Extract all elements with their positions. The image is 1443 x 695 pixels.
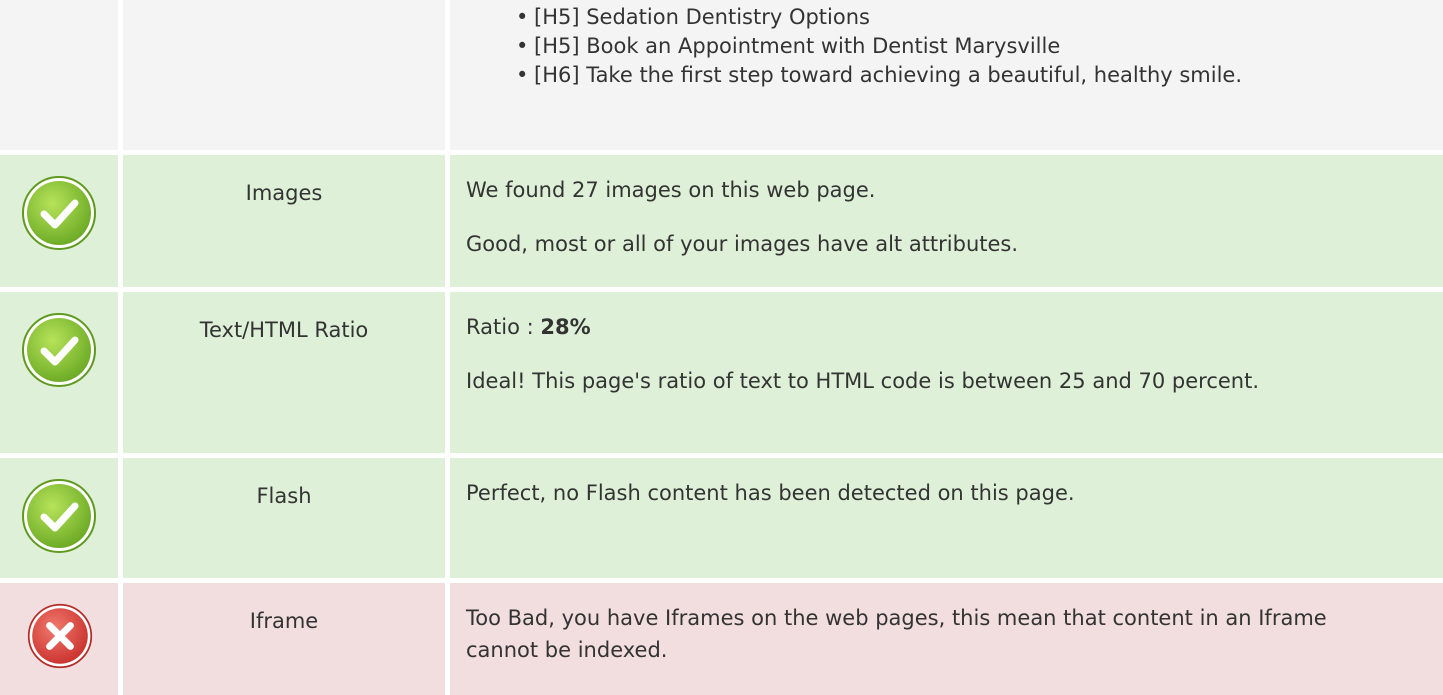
check-row-flash: Flash Perfect, no Flash content has been… bbox=[0, 458, 1443, 578]
check-desc-cell: Too Bad, you have Iframes on the web pag… bbox=[450, 583, 1443, 695]
check-name: Images bbox=[245, 181, 323, 205]
ratio-label: Ratio : bbox=[466, 315, 541, 339]
list-item: • [H5] Book an Appointment with Dentist M… bbox=[516, 34, 1061, 58]
list-item: • [H6] Take the first step toward achievi… bbox=[516, 63, 1243, 87]
check-name-cell: Images bbox=[123, 155, 445, 287]
check-summary: We found 27 images on this web page. bbox=[466, 178, 876, 202]
check-name-cell: Iframe bbox=[123, 583, 445, 695]
check-desc-cell: We found 27 images on this web page. Goo… bbox=[450, 155, 1443, 287]
check-name-cell: Flash bbox=[123, 458, 445, 578]
seo-report: • [H5] Sedation Dentistry Options • [H5] B… bbox=[0, 0, 1443, 695]
check-row-iframe: Iframe Too Bad, you have Iframes on the … bbox=[0, 583, 1443, 695]
check-circle-icon bbox=[22, 479, 96, 553]
check-desc-cell: Perfect, no Flash content has been detec… bbox=[450, 458, 1443, 578]
headings-row: • [H5] Sedation Dentistry Options • [H5] B… bbox=[0, 0, 1443, 150]
check-summary: Too Bad, you have Iframes on the web pag… bbox=[466, 606, 1327, 662]
check-circle-icon bbox=[22, 313, 96, 387]
check-desc-cell: Ratio : 28% Ideal! This page's ratio of … bbox=[450, 292, 1443, 453]
error-circle-icon bbox=[27, 603, 93, 669]
status-cell bbox=[0, 292, 118, 453]
check-detail: Ideal! This page's ratio of text to HTML… bbox=[466, 369, 1260, 393]
check-name-cell: Text/HTML Ratio bbox=[123, 292, 445, 453]
ratio-value: 28% bbox=[540, 315, 591, 339]
check-row-text-html-ratio: Text/HTML Ratio Ratio : 28% Ideal! This … bbox=[0, 292, 1443, 453]
headings-list: • [H5] Sedation Dentistry Options • [H5] B… bbox=[516, 3, 1393, 90]
check-summary: Perfect, no Flash content has been detec… bbox=[466, 481, 1075, 505]
headings-name-cell bbox=[123, 0, 445, 150]
list-item: • [H5] Sedation Dentistry Options bbox=[516, 5, 870, 29]
status-cell bbox=[0, 583, 118, 695]
headings-desc-cell: • [H5] Sedation Dentistry Options • [H5] B… bbox=[450, 0, 1443, 150]
check-row-images: Images We found 27 images on this web pa… bbox=[0, 155, 1443, 287]
check-name: Iframe bbox=[249, 609, 319, 633]
ratio-line: Ratio : 28% bbox=[466, 311, 1383, 343]
check-circle-icon bbox=[22, 176, 96, 250]
check-name: Flash bbox=[256, 484, 312, 508]
headings-icon-cell bbox=[0, 0, 118, 150]
status-cell bbox=[0, 458, 118, 578]
check-name: Text/HTML Ratio bbox=[199, 318, 369, 342]
check-detail: Good, most or all of your images have al… bbox=[466, 232, 1019, 256]
status-cell bbox=[0, 155, 118, 287]
